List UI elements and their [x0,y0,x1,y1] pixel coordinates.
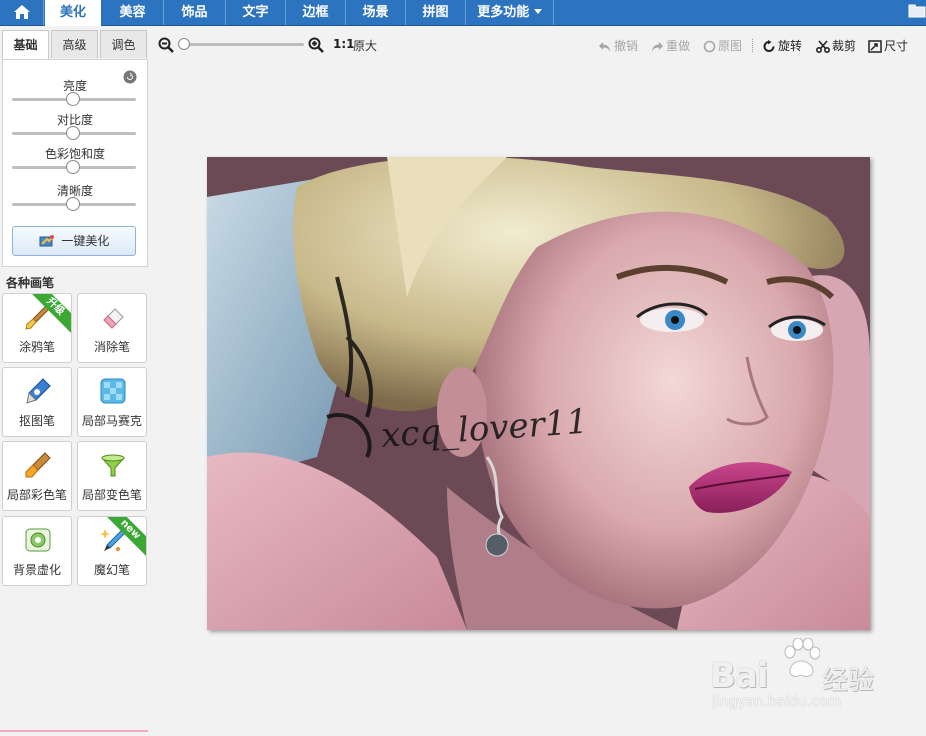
brush-mosaic-label: 局部马赛克 [81,414,142,428]
crop-button[interactable]: 裁剪 [815,37,857,54]
tab-color[interactable]: 调色 [100,30,147,58]
brush-eraser[interactable]: 消除笔 [77,293,147,363]
toolbar-separator [752,39,753,52]
zoom-out-icon[interactable] [158,37,174,53]
sharpness-thumb[interactable] [66,197,80,211]
color-change-icon [100,454,126,477]
baidu-url-text: jingyan.baidu.com [712,694,842,710]
brush-local-recolor-label: 局部变色笔 [81,488,142,502]
baidu-watermark: Bai 经验 jingyan.baidu.com [710,636,890,716]
brush-local-color[interactable]: 局部彩色笔 [2,441,72,511]
redo-label: 重做 [666,39,691,53]
original-size-button[interactable]: 原大 [353,37,377,54]
brush-local-color-label: 局部彩色笔 [6,488,67,502]
portrait-photo: xcq_lover11 [207,157,870,630]
rotate-icon [763,40,775,52]
resize-icon [868,40,882,53]
eraser-icon [103,308,124,329]
magic-wand-icon [39,235,54,247]
brush-background-blur[interactable]: 背景虚化 [2,516,72,586]
brush-graffiti[interactable]: 升级 涂鸦笔 [2,293,72,363]
baidu-jingyan-text: 经验 [822,666,875,696]
redo-button[interactable]: 重做 [650,37,690,54]
resize-label: 尺寸 [884,39,909,53]
nav-tab-border[interactable]: 边框 [286,0,346,25]
crop-label: 裁剪 [832,39,857,53]
rotate-button[interactable]: 旋转 [762,37,802,54]
photo-canvas[interactable]: xcq_lover11 [207,157,870,630]
home-icon [13,5,30,19]
brushes-heading: 各种画笔 [6,276,55,290]
brightness-thumb[interactable] [66,92,80,106]
contrast-thumb[interactable] [66,126,80,140]
adjust-tabs: 基础 高级 调色 [0,30,150,60]
top-nav: 美化 美容 饰品 文字 边框 场景 拼图 更多功能 [0,0,926,26]
brush-magic[interactable]: new 魔幻笔 [77,516,147,586]
actual-size-button[interactable]: 1:1 [333,37,355,51]
dropdown-arrow-icon [533,9,542,14]
bottom-divider [0,730,148,732]
nav-tab-collage[interactable]: 拼图 [406,0,466,25]
original-image-button[interactable]: 原图 [703,37,742,54]
brush-eraser-label: 消除笔 [93,340,130,354]
original-label: 原图 [718,39,743,53]
original-icon [703,40,716,53]
resize-button[interactable]: 尺寸 [868,37,908,54]
nav-tab-text[interactable]: 文字 [226,0,286,25]
undo-label: 撤销 [614,39,639,53]
canvas-toolbar: 1:1 原大 撤销 重做 原图 旋转 裁剪 尺寸 [150,30,926,60]
tab-basic[interactable]: 基础 [2,30,49,60]
brush-local-recolor[interactable]: 局部变色笔 [77,441,147,511]
brush-graffiti-label: 涂鸦笔 [18,340,55,354]
baidu-paw-icon [784,638,820,677]
baidu-brand-text: Bai [710,656,769,696]
nav-tab-beautify[interactable]: 美化 [45,0,101,26]
pen-icon [26,378,51,404]
color-brush-icon [25,452,51,478]
one-click-beautify-button[interactable]: 一键美化 [12,226,136,256]
redo-icon [652,42,663,52]
brush-magic-label: 魔幻笔 [93,563,130,577]
nav-tab-beauty[interactable]: 美容 [102,0,164,25]
mosaic-icon [100,378,126,404]
zoom-slider[interactable] [182,43,304,46]
adjust-panel: 亮度 对比度 色彩饱和度 清晰度 一键美化 [2,59,148,267]
undo-icon [599,42,610,52]
zoom-thumb[interactable] [178,38,190,50]
brush-cutout-label: 抠图笔 [18,414,55,428]
nav-more-functions[interactable]: 更多功能 [466,0,554,25]
brush-mosaic[interactable]: 局部马赛克 [77,367,147,437]
tab-advanced[interactable]: 高级 [51,30,98,58]
nav-tab-scene[interactable]: 场景 [346,0,406,25]
rotate-label: 旋转 [778,39,803,53]
brush-background-blur-label: 背景虚化 [12,563,61,577]
left-panel: 基础 高级 调色 亮度 对比度 色彩饱和度 清晰度 一键美化 各种画笔 升级 涂… [0,26,150,736]
brush-cutout[interactable]: 抠图笔 [2,367,72,437]
home-button[interactable] [0,0,44,25]
nav-tab-accessories[interactable]: 饰品 [164,0,226,25]
blur-icon [25,528,51,552]
folder-icon[interactable] [908,2,926,18]
one-click-beautify-label: 一键美化 [61,234,110,248]
undo-button[interactable]: 撤销 [598,37,638,54]
saturation-thumb[interactable] [66,160,80,174]
more-functions-label: 更多功能 [477,5,530,20]
scissors-icon [815,40,831,54]
zoom-in-icon[interactable] [308,37,324,53]
